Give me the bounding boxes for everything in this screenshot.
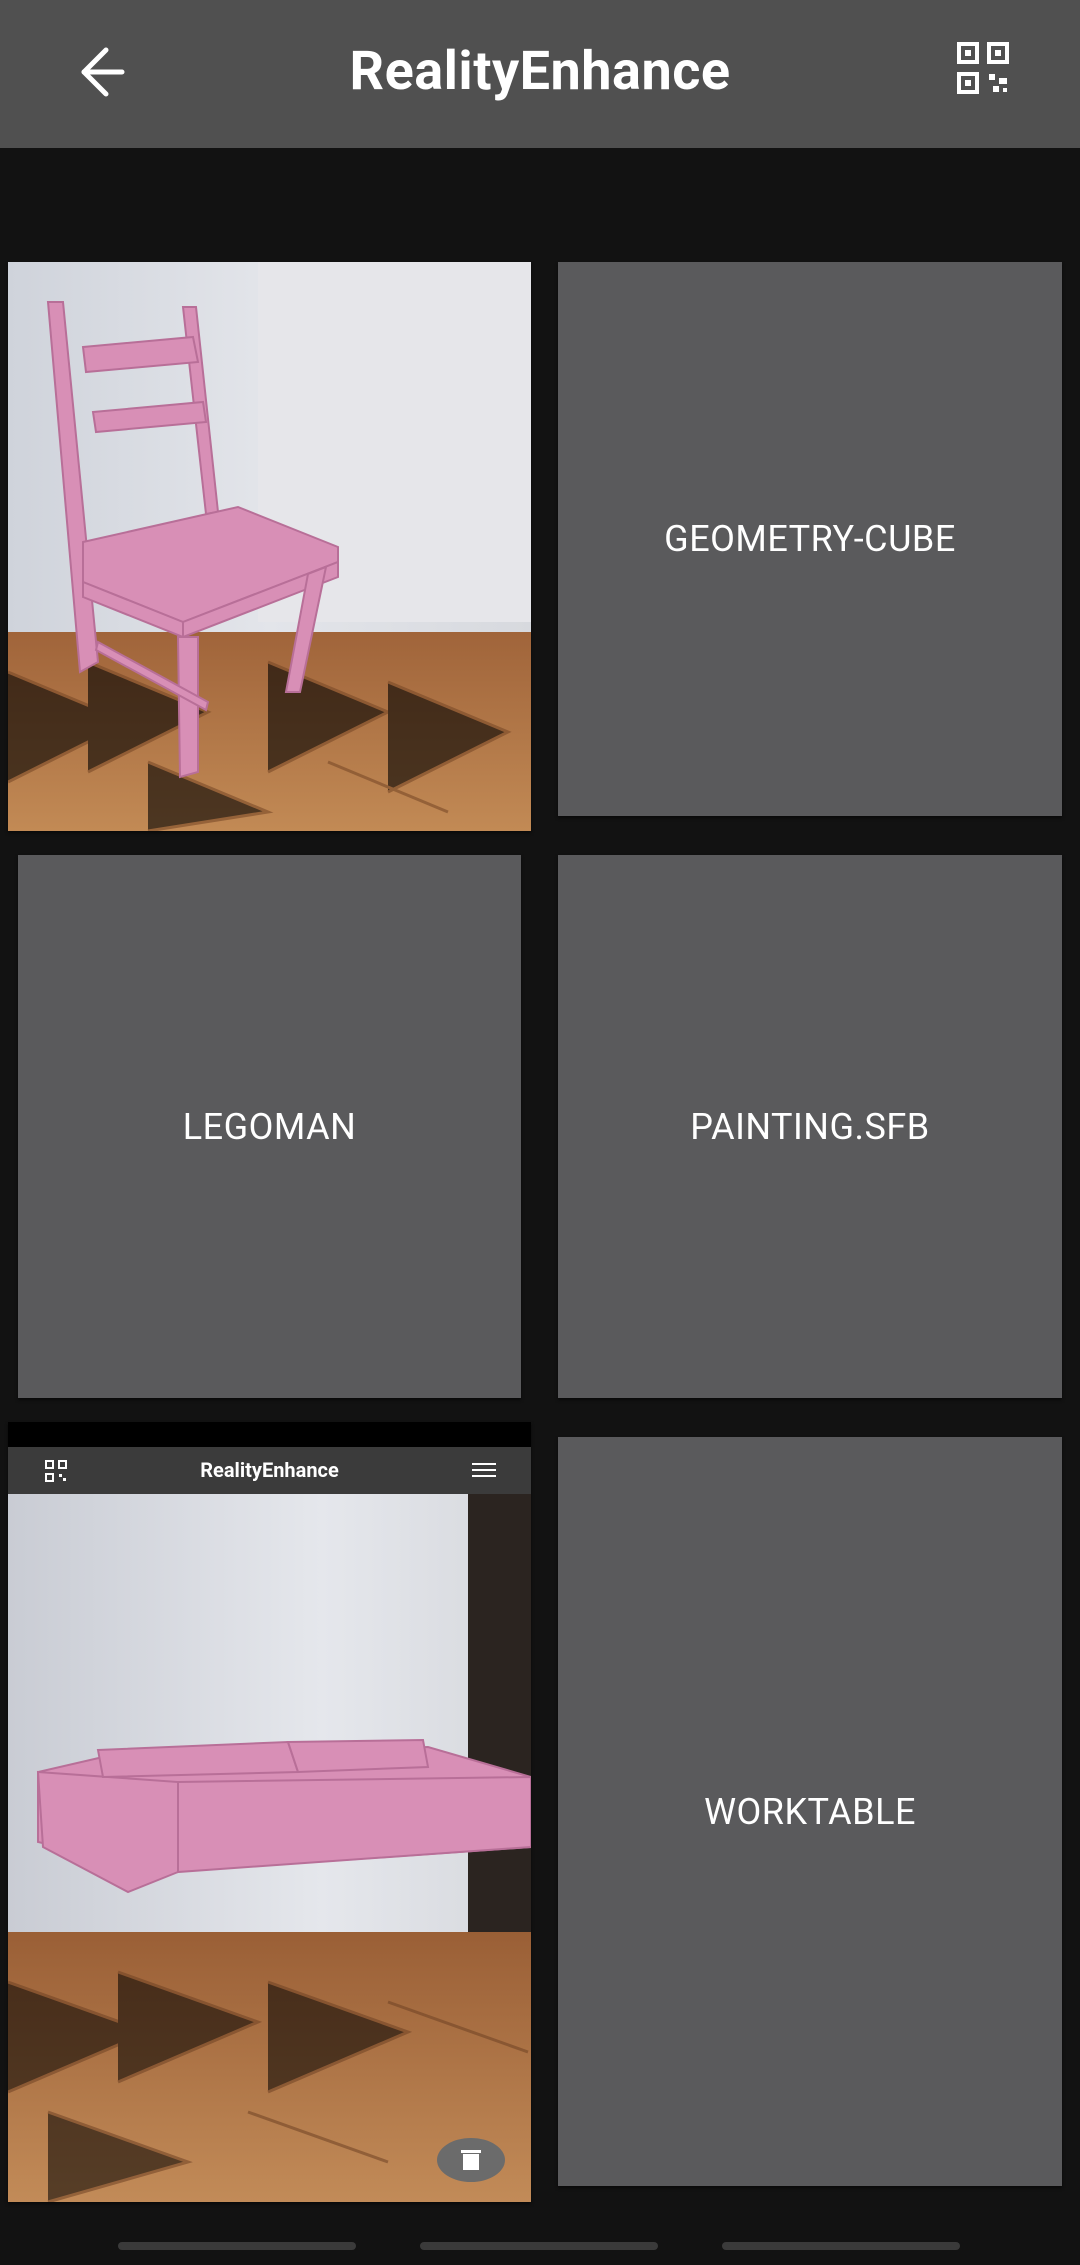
app-bar: RealityEnhance	[0, 0, 1080, 148]
model-label: GEOMETRY-CUBE	[664, 518, 956, 560]
trash-icon	[461, 2150, 481, 2170]
nav-handle	[722, 2242, 960, 2250]
model-tile-worktable[interactable]: WORKTABLE	[558, 1437, 1062, 2186]
model-label: LEGOMAN	[182, 1105, 357, 1148]
preview-title: RealityEnhance	[200, 1458, 339, 1482]
menu-icon	[472, 1463, 496, 1477]
model-tile-geometry-cube[interactable]: GEOMETRY-CUBE	[558, 262, 1062, 816]
model-tile-painting[interactable]: PAINTING.SFB	[558, 855, 1062, 1398]
chair-preview-image	[8, 262, 531, 831]
model-tile-sofa[interactable]: RealityEnhance	[8, 1422, 531, 2202]
model-label: WORKTABLE	[704, 1790, 916, 1833]
model-tile-chair[interactable]	[8, 262, 531, 831]
system-navigation-bar	[0, 2222, 1080, 2265]
app-title: RealityEnhance	[349, 40, 731, 103]
qr-code-icon[interactable]	[955, 40, 1011, 96]
nav-handle	[420, 2242, 658, 2250]
model-label: PAINTING.SFB	[690, 1105, 930, 1148]
preview-app-bar: RealityEnhance	[8, 1447, 531, 1494]
sofa-preview-image	[8, 1494, 531, 2202]
nav-handle	[118, 2242, 356, 2250]
model-tile-legoman[interactable]: LEGOMAN	[18, 855, 521, 1398]
